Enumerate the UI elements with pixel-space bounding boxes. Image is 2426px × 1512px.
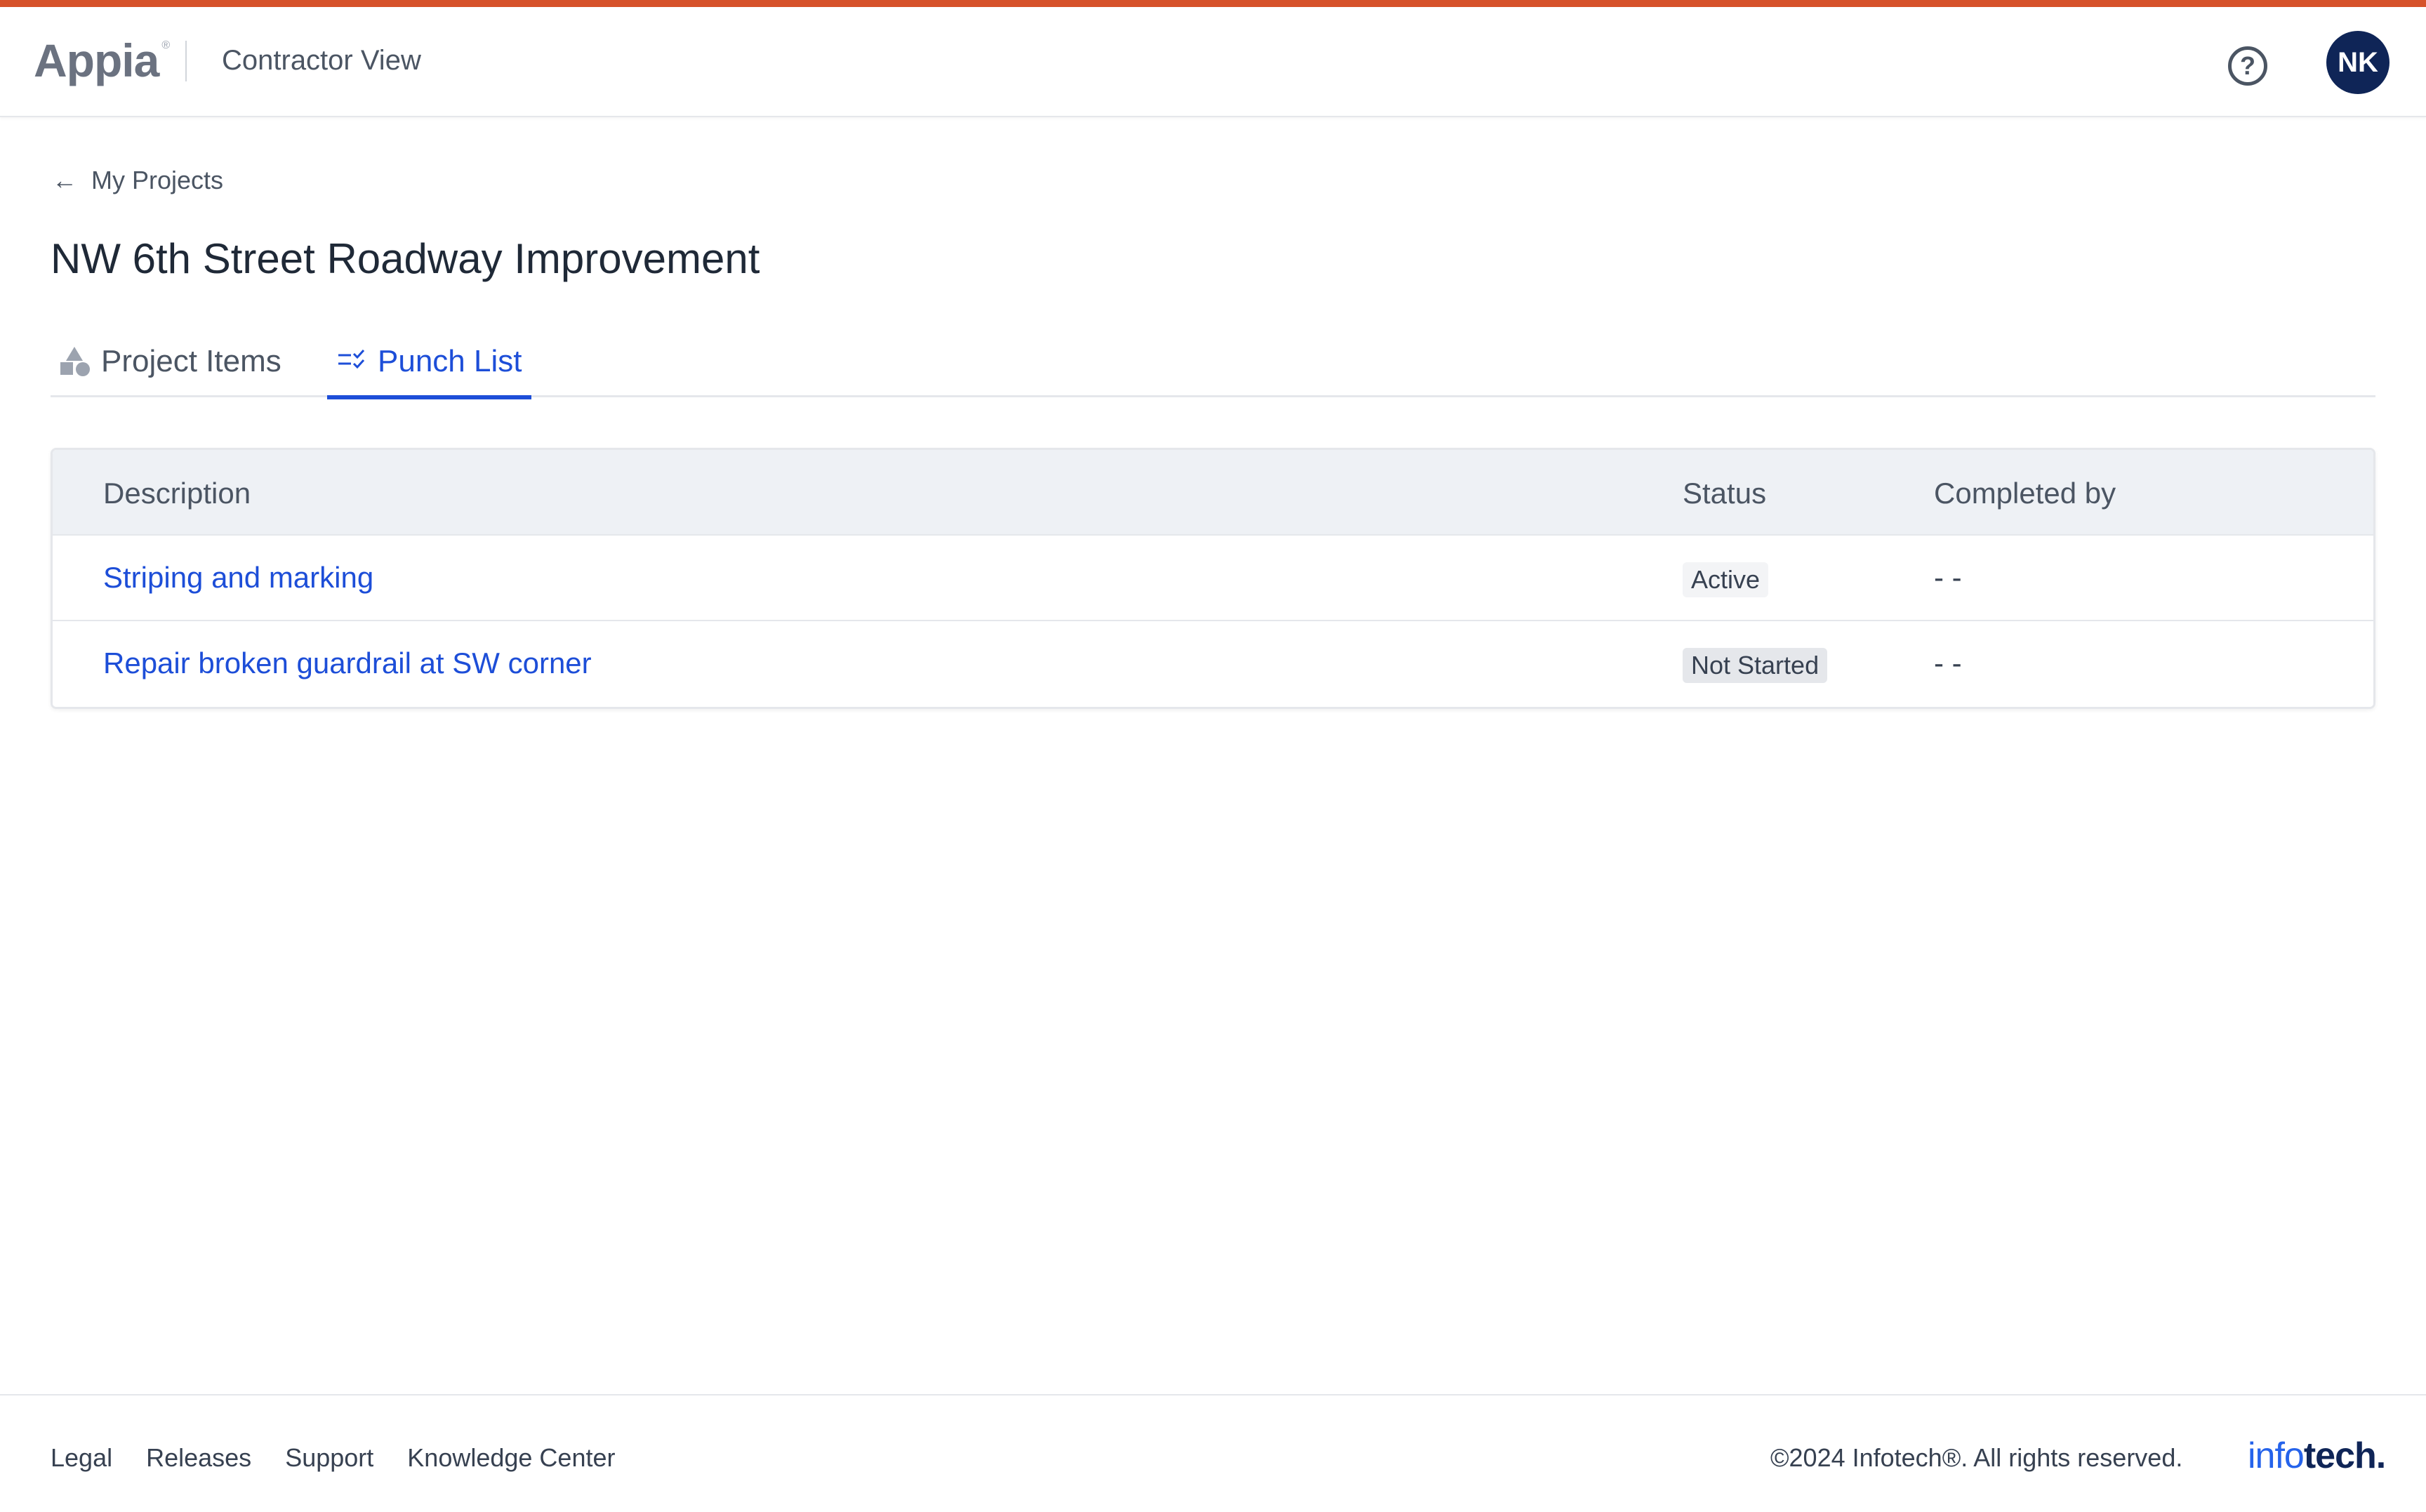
breadcrumb-my-projects[interactable]: My Projects [91,166,223,195]
infotech-logo[interactable]: infotech. [2248,1435,2386,1477]
completed-by-value: - - [1934,646,1962,679]
status-badge: Not Started [1683,648,1828,683]
appia-logo[interactable]: Appia ® [34,34,170,90]
help-icon[interactable]: ? [2228,46,2267,86]
punch-list-table: Description Status Completed by Striping… [51,448,2375,709]
tab-label: Punch List [378,344,522,378]
footer-link-knowledge-center[interactable]: Knowledge Center [407,1443,615,1473]
column-header-description[interactable]: Description [103,477,251,510]
footer-link-support[interactable]: Support [285,1443,373,1473]
punch-item-link[interactable]: Repair broken guardrail at SW corner [103,646,592,680]
checklist-icon [337,347,366,376]
column-header-status[interactable]: Status [1683,477,1766,510]
footer-link-releases[interactable]: Releases [146,1443,251,1473]
table-header: Description Status Completed by [53,450,2373,536]
table-row[interactable]: Repair broken guardrail at SW corner Not… [53,621,2373,707]
tab-bar: Project Items Punch List [51,330,2375,399]
back-arrow-icon: ← [52,166,77,194]
status-badge: Active [1683,562,1769,597]
user-avatar[interactable]: NK [2326,31,2389,94]
table-row[interactable]: Striping and marking Active - - [53,536,2373,621]
tab-punch-list[interactable]: Punch List [327,344,532,399]
brand-part-info: info [2248,1435,2305,1476]
punch-item-link[interactable]: Striping and marking [103,561,373,595]
app-header: Appia ® Contractor View ? NK [0,7,2426,117]
tab-project-items[interactable]: Project Items [60,344,281,397]
logo-text: Appia [34,34,159,86]
column-header-completed-by[interactable]: Completed by [1934,477,2116,510]
footer: Legal Releases Support Knowledge Center … [0,1394,2426,1512]
page: Appia ® Contractor View ? NK ← My Projec… [0,0,2426,1512]
completed-by-value: - - [1934,561,1962,594]
top-accent-bar [0,0,2426,7]
header-divider [185,41,187,81]
page-title: NW 6th Street Roadway Improvement [51,235,760,282]
logo-registered-mark: ® [161,39,170,51]
shapes-icon [60,347,90,376]
footer-link-legal[interactable]: Legal [51,1443,112,1473]
brand-part-tech: tech [2303,1435,2377,1476]
brand-dot: . [2375,1435,2386,1476]
breadcrumb[interactable]: ← My Projects [52,166,223,195]
tab-label: Project Items [101,344,281,378]
copyright-text: ©2024 Infotech®. All rights reserved. [1770,1443,2183,1472]
footer-links: Legal Releases Support Knowledge Center [51,1443,615,1473]
view-title: Contractor View [222,45,421,76]
